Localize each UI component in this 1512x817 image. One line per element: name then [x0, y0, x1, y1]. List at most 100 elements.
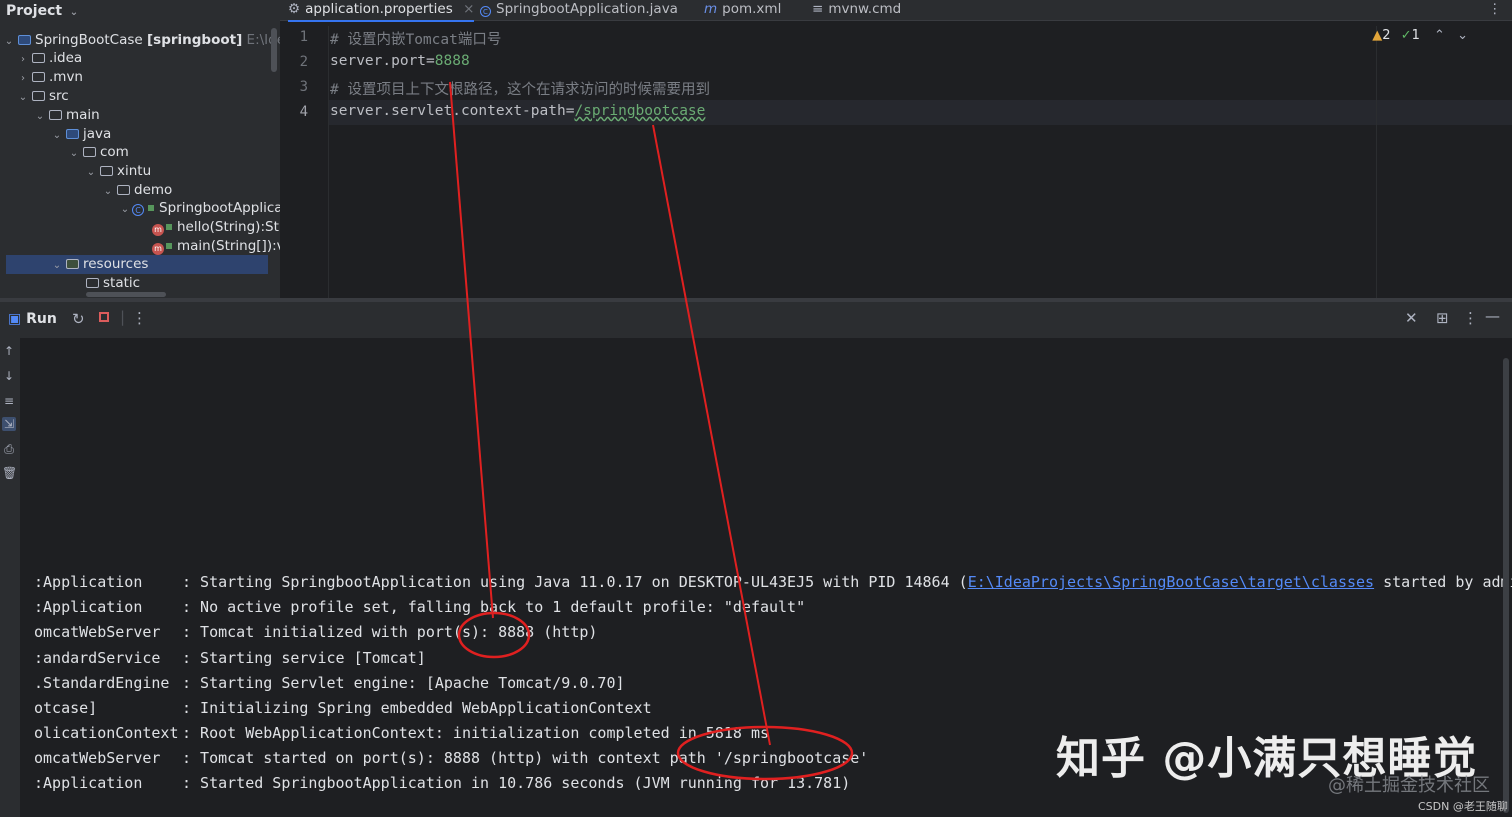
- trash-icon[interactable]: 🗑: [2, 466, 17, 480]
- layout-icon[interactable]: ⊞: [1436, 309, 1449, 327]
- editor-area: ⚙ application.properties × C SpringbootApp…: [280, 0, 1512, 298]
- tree-item-idea[interactable]: › .idea: [16, 49, 82, 68]
- minimize-icon[interactable]: —: [1485, 307, 1500, 325]
- chevron-down-icon[interactable]: ⌄: [1457, 28, 1468, 43]
- editor-tab-bar: ⚙ application.properties × C SpringbootApp…: [280, 0, 1512, 22]
- project-panel: Project ⌄ ⌄ SpringBootCase [springboot] E…: [0, 0, 280, 298]
- chevron-down-icon[interactable]: ⌄: [50, 256, 64, 275]
- log-source: :andardService: [34, 649, 161, 667]
- public-marker-icon: [166, 243, 172, 249]
- tree-item-root[interactable]: ⌄SpringBootCase [springboot] E:\IdeaP: [2, 31, 280, 50]
- project-view-selector[interactable]: Project ⌄: [6, 3, 81, 19]
- tab-options-icon[interactable]: ⋮: [1488, 0, 1502, 20]
- tree-item-hello-method[interactable]: m hello(String):Str: [152, 218, 280, 237]
- tree-scrollbar[interactable]: [271, 28, 277, 72]
- log-line: :andardService : Starting service [Tomcat…: [34, 649, 426, 667]
- chevron-down-icon[interactable]: ⌄: [33, 107, 47, 126]
- run-window-icon: ▣: [8, 311, 22, 327]
- close-icon[interactable]: ✕: [1405, 309, 1418, 327]
- code-line-2[interactable]: server.port=8888: [330, 53, 470, 69]
- log-line: omcatWebServer: Tomcat started on port(s…: [34, 749, 868, 767]
- run-toolbar: ▣ Run ↻ | ⋮ ✕ ⊞ ⋮ —: [0, 302, 1512, 338]
- log-message: : No active profile set, falling back to…: [182, 598, 806, 616]
- inspection-widget[interactable]: ▲2 ✓1 ⌃ ⌄: [1372, 28, 1468, 43]
- soft-wrap-icon[interactable]: ≡: [2, 394, 16, 408]
- log-message: : Root WebApplicationContext: initializa…: [182, 724, 769, 742]
- tree-item-label: com: [100, 144, 129, 160]
- tree-item-java[interactable]: ⌄ java: [50, 125, 112, 145]
- tree-item-label: SpringbootApplica: [159, 200, 280, 216]
- method-icon: m: [152, 243, 164, 255]
- tree-item-springboot-application[interactable]: ⌄ C SpringbootApplica: [118, 199, 280, 218]
- close-icon[interactable]: ×: [463, 1, 474, 17]
- tab-springboot-application-java[interactable]: C SpringbootApplication.java: [480, 0, 678, 20]
- stop-icon[interactable]: [99, 312, 109, 322]
- tree-item-com[interactable]: ⌄ com: [67, 143, 129, 162]
- log-source: :Application: [34, 774, 143, 792]
- options-icon[interactable]: ⋮: [1463, 309, 1478, 327]
- weak-warning-count: 1: [1411, 28, 1420, 43]
- tree-item-resources[interactable]: ⌄ resources: [6, 255, 268, 274]
- code-line-1[interactable]: # 设置内嵌Tomcat端口号: [330, 28, 501, 49]
- log-message: : Starting SpringbootApplication using J…: [182, 573, 968, 591]
- arrow-down-icon[interactable]: ↓: [2, 369, 16, 383]
- class-icon: C: [132, 204, 144, 216]
- chevron-down-icon[interactable]: ⌄: [118, 200, 132, 219]
- module-name: [springboot]: [146, 32, 243, 48]
- tab-mvnw-cmd[interactable]: ≡ mvnw.cmd: [812, 0, 901, 20]
- tree-item-static[interactable]: static: [84, 274, 140, 293]
- tree-item-xintu[interactable]: ⌄ xintu: [84, 162, 151, 181]
- tree-item-label: xintu: [117, 163, 152, 179]
- chevron-right-icon[interactable]: ›: [16, 69, 30, 88]
- arrow-up-icon[interactable]: ↑: [2, 344, 16, 358]
- chevron-down-icon[interactable]: ⌄: [67, 144, 81, 163]
- tree-horizontal-scrollbar[interactable]: [86, 292, 166, 297]
- code-line-3[interactable]: # 设置项目上下文根路径，这个在请求访问的时候需要用到: [330, 78, 710, 99]
- run-tab[interactable]: ▣ Run: [8, 311, 57, 327]
- chevron-right-icon[interactable]: ›: [16, 50, 30, 69]
- log-source: :Application: [34, 598, 143, 616]
- chevron-down-icon[interactable]: ⌄: [84, 163, 98, 182]
- log-message: : Starting service [Tomcat]: [182, 649, 426, 667]
- run-marker-icon: [148, 205, 154, 211]
- tree-item-main-method[interactable]: m main(String[]):v: [152, 237, 280, 256]
- property-key: server.servlet.context-path=: [330, 103, 575, 119]
- tab-label: application.properties: [305, 1, 453, 17]
- code-comment: # 设置项目上下文根路径，这个在请求访问的时候需要用到: [330, 82, 710, 98]
- more-options-icon[interactable]: ⋮: [132, 309, 147, 327]
- folder-icon: [32, 91, 45, 101]
- tree-item-main[interactable]: ⌄ main: [33, 106, 100, 125]
- chevron-up-icon[interactable]: ⌃: [1434, 28, 1445, 43]
- chevron-down-icon[interactable]: ⌄: [16, 88, 30, 107]
- tree-item-label: .mvn: [49, 69, 83, 85]
- print-icon[interactable]: ⎙: [2, 442, 16, 457]
- chevron-down-icon[interactable]: ⌄: [101, 182, 115, 201]
- log-path-link[interactable]: E:\IdeaProjects\SpringBootCase\target\cl…: [968, 573, 1374, 591]
- package-icon: [100, 166, 113, 176]
- source-folder-icon: [66, 129, 79, 139]
- warning-icon: ▲: [1372, 28, 1383, 43]
- tab-pom-xml[interactable]: m pom.xml: [704, 0, 781, 20]
- code-line-4[interactable]: server.servlet.context-path=/springbootc…: [330, 103, 705, 119]
- tab-application-properties[interactable]: ⚙ application.properties ×: [288, 0, 475, 22]
- scroll-to-end-icon[interactable]: ⇲: [2, 417, 16, 431]
- rerun-icon[interactable]: ↻: [72, 310, 85, 328]
- chevron-down-icon[interactable]: ⌄: [2, 32, 16, 51]
- log-line: :Application : No active profile set, fal…: [34, 598, 805, 616]
- text-file-icon: ≡: [812, 1, 824, 17]
- tree-item-mvn[interactable]: › .mvn: [16, 68, 83, 87]
- tree-item-label: demo: [134, 182, 173, 198]
- resources-folder-icon: [66, 259, 79, 269]
- tree-item-demo[interactable]: ⌄ demo: [101, 181, 173, 201]
- line-number: 2: [299, 54, 308, 70]
- tree-item-label: main(String[]):v: [177, 238, 280, 254]
- console-side-toolbar: ↑ ↓ ≡ ⇲ ⎙ 🗑: [0, 338, 20, 817]
- console-scrollbar[interactable]: [1503, 358, 1509, 813]
- chevron-down-icon[interactable]: ⌄: [50, 126, 64, 145]
- weak-warning-icon: ✓: [1400, 28, 1412, 43]
- line-gutter: 1 2 3 4: [280, 26, 329, 298]
- method-icon: m: [152, 224, 164, 236]
- log-source: :Application: [34, 573, 143, 591]
- tree-item-src[interactable]: ⌄ src: [16, 87, 69, 106]
- log-line: otcase]: Initializing Spring embedded We…: [34, 699, 652, 717]
